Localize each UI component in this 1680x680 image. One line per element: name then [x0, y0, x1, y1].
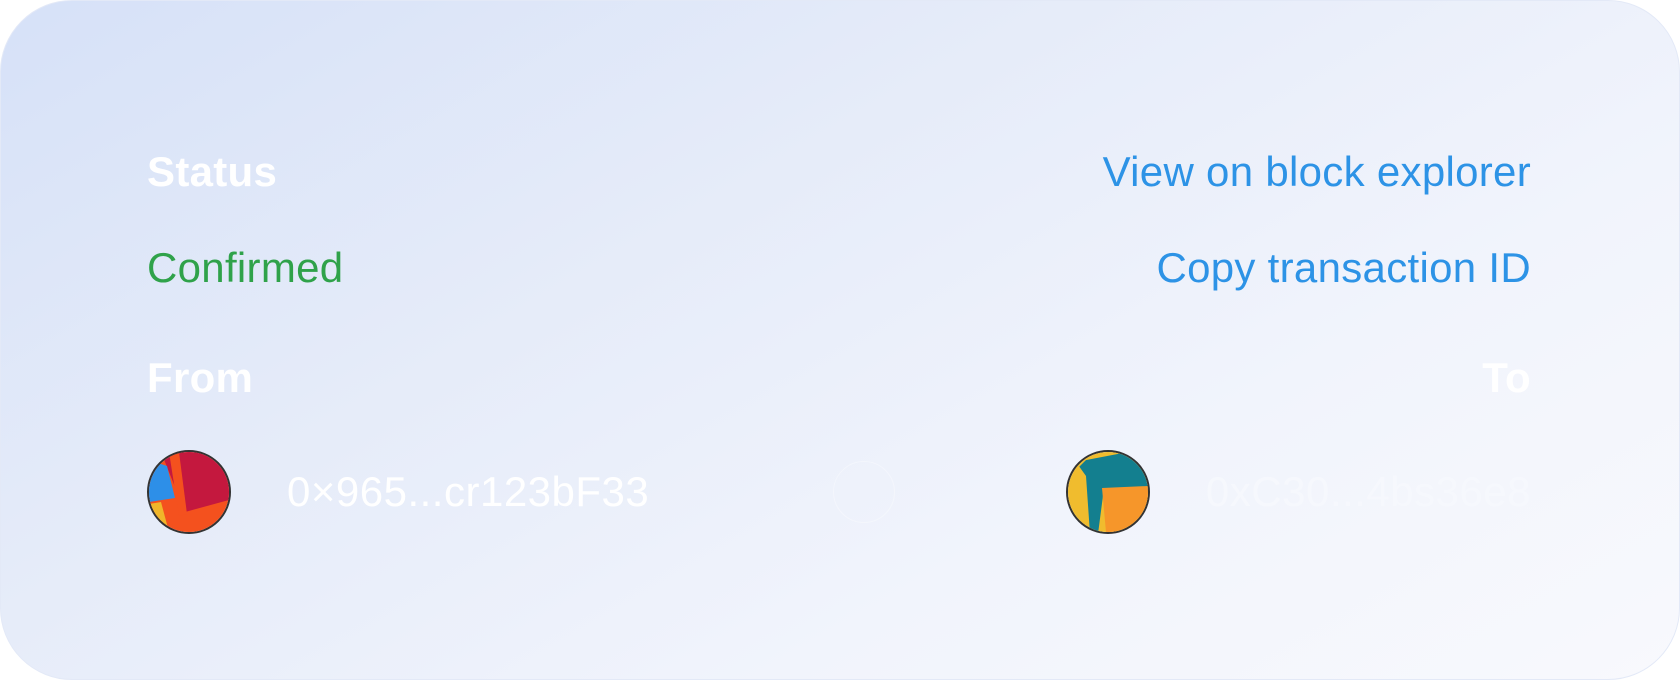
to-label: To	[1482, 354, 1531, 401]
status-value: Confirmed	[147, 244, 344, 291]
view-on-block-explorer-link[interactable]: View on block explorer	[1103, 148, 1531, 196]
from-label: From	[147, 354, 254, 401]
status-row: Status View on block explorer	[147, 147, 1531, 197]
to-address: 0xC30...4bs36e8	[1205, 468, 1531, 515]
from-avatar-icon	[147, 450, 231, 534]
to-address-group[interactable]: 0xC30...4bs36e8	[1065, 450, 1531, 534]
status-label: Status	[147, 148, 278, 195]
copy-transaction-id-link[interactable]: Copy transaction ID	[1156, 244, 1531, 292]
from-address: 0×965...cr123bF33	[287, 468, 650, 515]
from-address-group[interactable]: 0×965...cr123bF33	[147, 450, 649, 534]
participants-label-row: From To	[147, 353, 1531, 403]
status-value-row: Confirmed Copy transaction ID	[147, 243, 1531, 293]
to-avatar-icon	[1065, 450, 1150, 534]
transaction-details-card: Status View on block explorer Confirmed …	[0, 0, 1680, 680]
participants-address-row: 0×965...cr123bF33 0xC30...4bs36e8	[147, 447, 1531, 537]
